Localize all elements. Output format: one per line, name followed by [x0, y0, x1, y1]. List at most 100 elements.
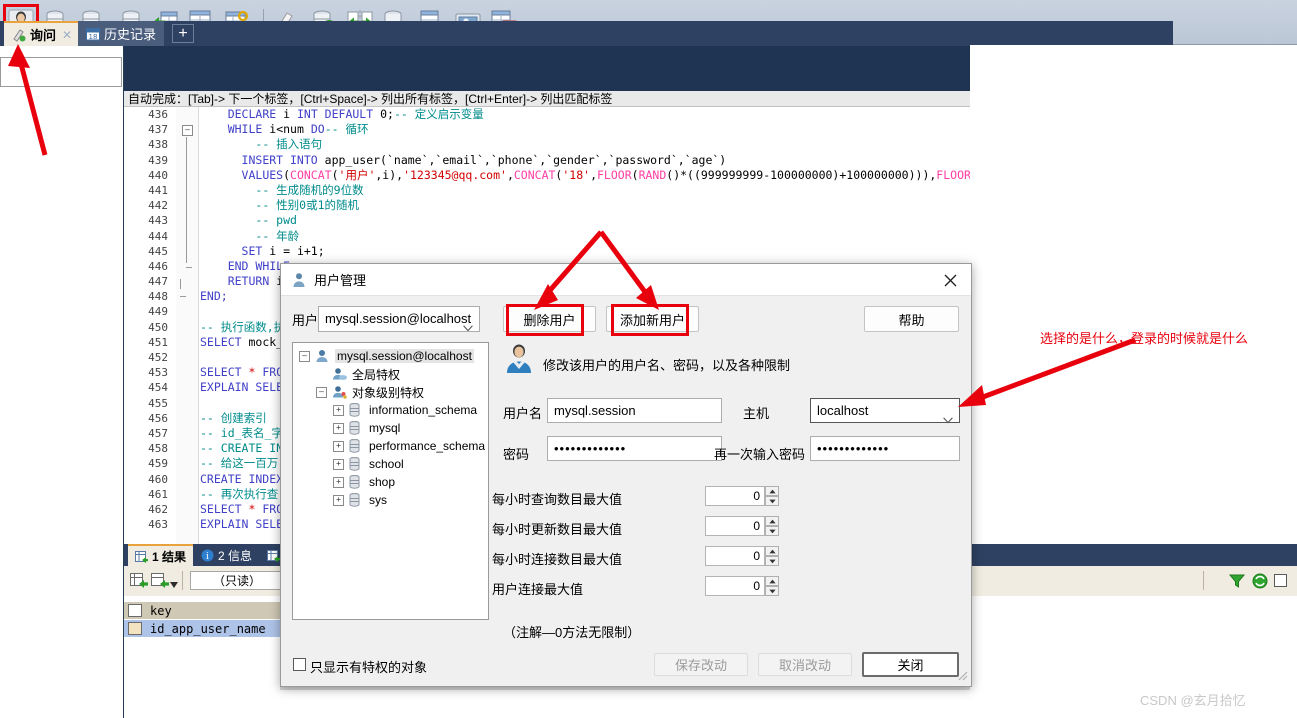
line-number: 453 — [148, 366, 168, 380]
tree-node-mysql[interactable]: + mysql — [333, 420, 400, 436]
line-number: 437 — [148, 123, 168, 137]
cancel-changes-button[interactable]: 取消改动 — [758, 653, 852, 676]
tab-1[interactable]: 询问 ✕ — [4, 21, 81, 46]
stepper-up-icon[interactable] — [765, 486, 779, 496]
stepper-up-icon[interactable] — [765, 576, 779, 586]
username-input[interactable]: mysql.session — [547, 398, 722, 423]
line-number: 457 — [148, 426, 168, 440]
stepper-down-icon[interactable] — [765, 556, 779, 566]
new-tab-button[interactable]: + — [172, 24, 194, 43]
delete-user-highlight — [506, 304, 584, 336]
tree-node-school[interactable]: + school — [333, 456, 404, 472]
svg-text:i: i — [206, 552, 209, 562]
expand-icon[interactable]: + — [333, 494, 344, 506]
close-dialog-button[interactable]: 关闭 — [862, 652, 959, 677]
limit-stepper-3[interactable] — [765, 546, 779, 566]
stepper-down-icon[interactable] — [765, 496, 779, 506]
confirm-password-label: 再一次输入密码 — [714, 447, 806, 462]
svg-text:18: 18 — [89, 33, 98, 41]
stepper-down-icon[interactable] — [765, 586, 779, 596]
toolbar-separator-2 — [1203, 571, 1204, 590]
limit-input-2[interactable]: 0 — [705, 516, 765, 536]
limit-input-1[interactable]: 0 — [705, 486, 765, 506]
help-button[interactable]: 帮助 — [864, 306, 959, 332]
expand-icon[interactable]: + — [333, 404, 344, 416]
password-value: ••••••••••••• — [554, 441, 627, 456]
expand-icon[interactable]: + — [333, 476, 344, 488]
tab-2[interactable]: 18 历史记录 — [78, 21, 165, 46]
collapse-icon[interactable]: – — [299, 350, 310, 362]
dialog-description: 修改该用户的用户名、密码，以及各种限制 — [543, 358, 791, 373]
limit-stepper-4[interactable] — [765, 576, 779, 596]
limit-label-2: 每小时更新数目最大值 — [492, 522, 623, 537]
chevron-down-icon[interactable] — [170, 577, 178, 588]
tree-node-对象级别特权[interactable]: – 对象级别特权 — [316, 384, 424, 400]
db-icon — [349, 492, 364, 507]
expand-icon[interactable]: + — [333, 458, 344, 470]
close-icon[interactable] — [929, 264, 971, 296]
host-label: 主机 — [743, 406, 770, 421]
limit-input-4[interactable]: 0 — [705, 576, 765, 596]
calendar-icon: 18 — [86, 27, 100, 41]
tree-node-performance-schema[interactable]: + performance_schema — [333, 438, 485, 454]
line-number: 450 — [148, 320, 168, 334]
privilege-tree[interactable]: – mysql.session@localhost 全局特权 – 对象级别特权 + info… — [292, 342, 489, 620]
save-changes-button[interactable]: 保存改动 — [654, 653, 748, 676]
tree-node-shop[interactable]: + shop — [333, 474, 395, 490]
tree-node-information-schema[interactable]: + information_schema — [333, 402, 477, 418]
limit-stepper-2[interactable] — [765, 516, 779, 536]
tab-strip: 询问 ✕ 18 历史记录 + — [0, 21, 1173, 46]
tree-node-全局特权[interactable]: 全局特权 — [316, 366, 400, 382]
line-number: 442 — [148, 199, 168, 213]
stepper-up-icon[interactable] — [765, 546, 779, 556]
limit-label-3: 每小时连接数目最大值 — [492, 552, 623, 567]
line-number: 436 — [148, 108, 168, 121]
editor-fold-column[interactable]: – — [176, 107, 199, 544]
collapse-icon[interactable]: – — [316, 386, 327, 398]
row-value: key — [150, 603, 172, 618]
password-input[interactable]: ••••••••••••• — [547, 436, 722, 461]
only-privileged-checkbox[interactable] — [293, 658, 306, 671]
limit-stepper-1[interactable] — [765, 486, 779, 506]
limit-input-3[interactable]: 0 — [705, 546, 765, 566]
tab-close-icon[interactable]: ✕ — [62, 28, 72, 42]
right-blank-area — [970, 45, 1297, 544]
line-number: 445 — [148, 244, 168, 258]
host-combo[interactable]: localhost — [810, 398, 960, 423]
row-select-box[interactable] — [128, 622, 142, 635]
tree-node-sys[interactable]: + sys — [333, 492, 387, 508]
filter-icon[interactable] — [1228, 573, 1246, 592]
user-label: 用户 — [292, 313, 319, 328]
results-tab-1[interactable]: 1 结果 — [128, 544, 194, 566]
tree-node-label: performance_schema — [369, 439, 486, 453]
info-icon: i — [201, 549, 214, 562]
db-icon — [349, 402, 364, 417]
user-combo[interactable]: mysql.session@localhost — [318, 306, 480, 332]
confirm-password-input[interactable]: ••••••••••••• — [810, 436, 960, 461]
expand-icon[interactable]: + — [333, 422, 344, 434]
resize-grip-icon[interactable] — [956, 669, 968, 684]
fold-toggle-icon[interactable]: – — [182, 125, 193, 137]
left-panel-field[interactable] — [0, 57, 122, 87]
stepper-down-icon[interactable] — [765, 526, 779, 536]
chevron-down-icon — [943, 408, 953, 423]
user-icon — [291, 272, 307, 288]
row-select-box[interactable] — [128, 604, 142, 617]
refresh-icon[interactable] — [1252, 573, 1268, 592]
export-record-icon[interactable] — [151, 572, 169, 589]
fold-end-tick — [186, 267, 192, 268]
host-annotation-text: 选择的是什么，登录的时候就是什么 — [1040, 331, 1249, 346]
tree-node-mysql-session-localhost[interactable]: – mysql.session@localhost — [299, 348, 474, 364]
add-record-icon[interactable] — [130, 572, 148, 589]
results-tab-2[interactable]: i 2 信息 — [194, 544, 260, 566]
expand-icon[interactable]: + — [333, 440, 344, 452]
user-management-dialog: 用户管理 用户 mysql.session@localhost 删除用户 添加新… — [280, 263, 972, 687]
line-number: 459 — [148, 457, 168, 471]
stepper-up-icon[interactable] — [765, 516, 779, 526]
results-option-checkbox[interactable] — [1274, 574, 1287, 587]
tree-node-label: 对象级别特权 — [352, 385, 425, 400]
limits-note: （注解—0方法无限制） — [503, 625, 641, 640]
line-number: 462 — [148, 502, 168, 516]
db-icon — [349, 438, 364, 453]
line-number: 456 — [148, 411, 168, 425]
